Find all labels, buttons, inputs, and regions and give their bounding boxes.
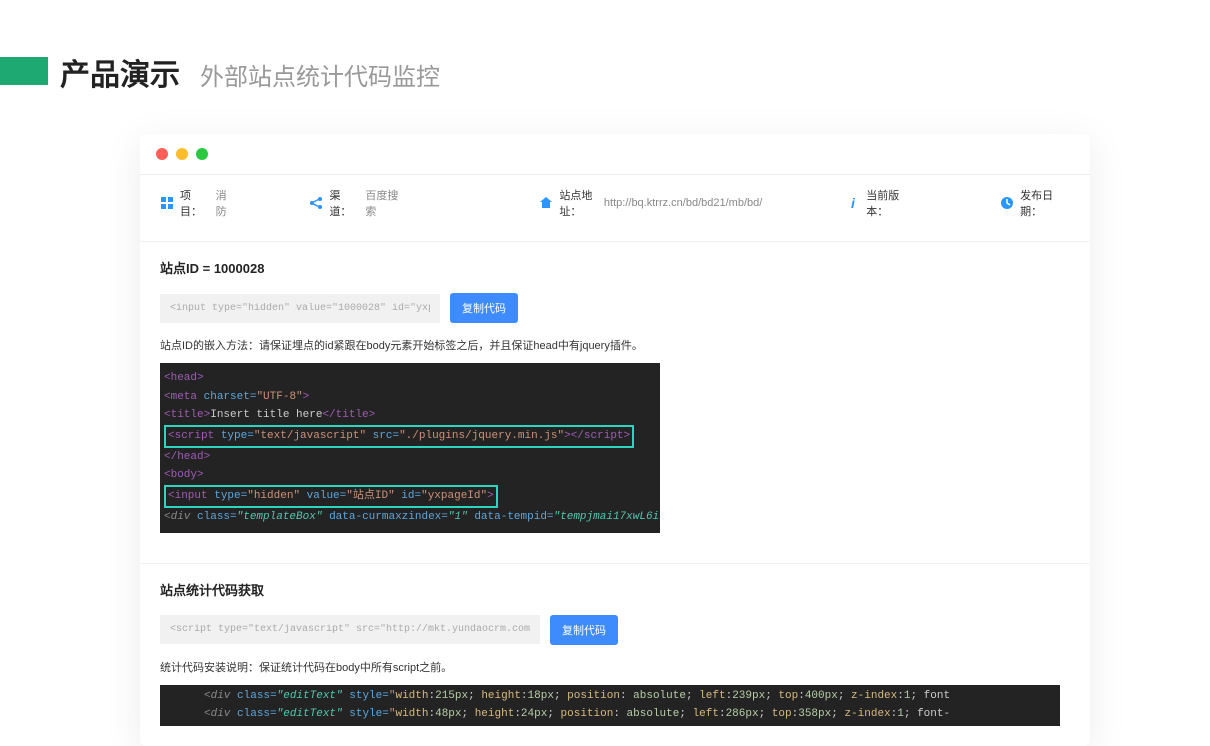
stat-code-title: 站点统计代码获取 xyxy=(160,580,1070,599)
page-title: 产品演示 xyxy=(60,50,180,94)
copy-site-id-button[interactable]: 复制代码 xyxy=(450,293,518,323)
site-id-desc: 站点ID的嵌入方法：请保证埋点的id紧跟在body元素开始标签之后，并且保证he… xyxy=(160,337,1070,353)
info-icon: i xyxy=(846,196,860,210)
stat-code-desc: 统计代码安装说明：保证统计代码在body中所有script之前。 xyxy=(160,659,1070,675)
section-site-id: 站点ID = 1000028 复制代码 站点ID的嵌入方法：请保证埋点的id紧跟… xyxy=(140,241,1090,553)
accent-block xyxy=(0,57,48,85)
project-label: 项目： xyxy=(180,187,210,219)
app-window: 项目： 消防 渠道： 百度搜索 站点地址： http://bq.ktrrz.cn… xyxy=(140,134,1090,746)
version-label: 当前版本： xyxy=(866,187,916,219)
share-icon xyxy=(309,196,323,210)
site-id-input-row: 复制代码 xyxy=(160,293,1070,323)
info-site-url: 站点地址： http://bq.ktrrz.cn/bd/bd21/mb/bd/ xyxy=(539,187,762,219)
info-project: 项目： 消防 xyxy=(160,187,235,219)
minimize-icon[interactable] xyxy=(176,148,188,160)
site-id-code-input[interactable] xyxy=(160,294,440,323)
home-icon xyxy=(539,196,553,210)
window-controls xyxy=(140,134,1090,174)
svg-text:i: i xyxy=(851,196,856,210)
section-stat-code: 站点统计代码获取 复制代码 统计代码安装说明：保证统计代码在body中所有scr… xyxy=(140,563,1090,746)
site-id-title: 站点ID = 1000028 xyxy=(160,258,1070,277)
site-url-label: 站点地址： xyxy=(559,187,598,219)
info-bar: 项目： 消防 渠道： 百度搜索 站点地址： http://bq.ktrrz.cn… xyxy=(140,174,1090,231)
close-icon[interactable] xyxy=(156,148,168,160)
copy-stat-code-button[interactable]: 复制代码 xyxy=(550,615,618,645)
site-url-value: http://bq.ktrrz.cn/bd/bd21/mb/bd/ xyxy=(604,197,762,209)
stat-code-input-row: 复制代码 xyxy=(160,615,1070,645)
info-channel: 渠道： 百度搜索 xyxy=(309,187,405,219)
project-value: 消防 xyxy=(216,187,236,219)
clock-icon xyxy=(1000,196,1014,210)
channel-label: 渠道： xyxy=(329,187,359,219)
info-publish: 发布日期： xyxy=(1000,187,1070,219)
grid-icon xyxy=(160,196,174,210)
page-header: 产品演示 外部站点统计代码监控 xyxy=(0,0,1210,114)
publish-label: 发布日期： xyxy=(1020,187,1070,219)
channel-value: 百度搜索 xyxy=(365,187,405,219)
site-id-code-block: <head> <meta charset="UTF-8"> <title>Ins… xyxy=(160,363,660,533)
info-version: i 当前版本： xyxy=(846,187,916,219)
maximize-icon[interactable] xyxy=(196,148,208,160)
page-subtitle: 外部站点统计代码监控 xyxy=(200,57,440,92)
stat-code-input[interactable] xyxy=(160,615,540,644)
